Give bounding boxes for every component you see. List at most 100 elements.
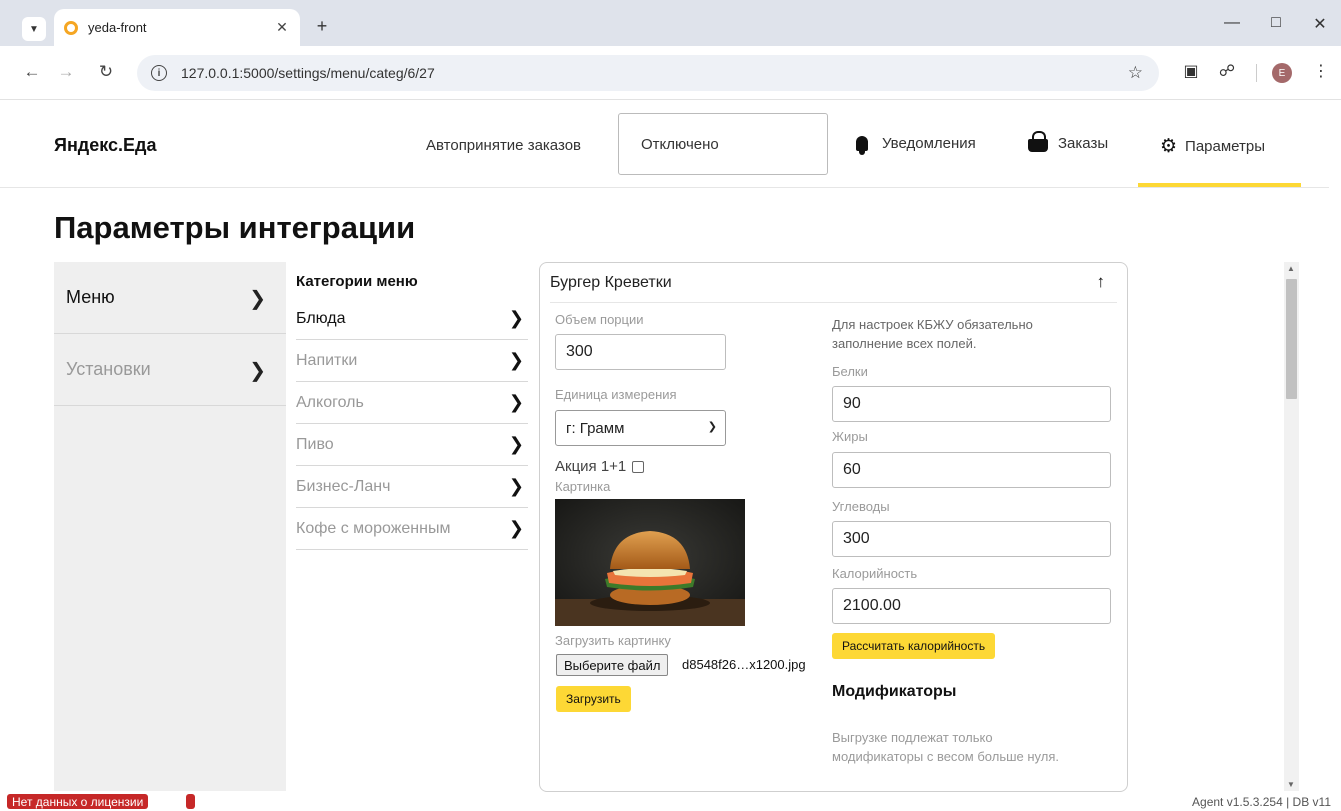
agent-version: Agent v1.5.3.254 | DB v11	[1192, 795, 1331, 809]
fat-label: Жиры	[832, 429, 868, 444]
portion-input[interactable]: 300	[555, 334, 726, 370]
nav-orders[interactable]: Заказы	[1028, 131, 1109, 152]
scrollbar-thumb[interactable]	[1286, 279, 1297, 399]
categories-header: Категории меню	[296, 273, 418, 290]
sidebar-item-installations[interactable]: Установки ❯	[54, 334, 286, 406]
upload-button[interactable]: Загрузить	[556, 686, 631, 712]
reload-icon[interactable]: ↻	[96, 62, 116, 82]
calories-label: Калорийность	[832, 566, 918, 581]
sidebar-item-label: Установки	[66, 359, 151, 379]
autoaccept-select[interactable]: Отключено	[618, 113, 828, 175]
calories-input[interactable]: 2100.00	[832, 588, 1111, 624]
toolbar-divider	[1256, 64, 1257, 82]
category-label: Напитки	[296, 351, 358, 369]
category-item[interactable]: Пиво ❯	[296, 424, 528, 466]
license-indicator	[186, 794, 195, 809]
item-name: Бургер Креветки	[550, 273, 672, 291]
protein-label: Белки	[832, 364, 868, 379]
promo-label: Акция 1+1	[555, 458, 627, 475]
window-close-icon[interactable]: ✕	[1310, 14, 1330, 34]
calculate-calories-button[interactable]: Рассчитать калорийность	[832, 633, 996, 659]
chevron-right-icon: ❯	[508, 392, 524, 412]
nav-notifications[interactable]: Уведомления	[856, 135, 976, 155]
selected-file-name: d8548f26…x1200.jpg	[682, 657, 806, 672]
category-item[interactable]: Напитки ❯	[296, 340, 528, 382]
new-tab-icon[interactable]: +	[312, 16, 332, 37]
nav-orders-label: Заказы	[1058, 135, 1109, 152]
basket-icon	[1028, 131, 1048, 152]
browser-tab[interactable]: yeda-front ✕	[54, 9, 300, 46]
collapse-arrow-icon[interactable]: ↑	[1097, 272, 1106, 292]
content-scrollbar[interactable]: ▲ ▼	[1284, 262, 1299, 791]
extensions-icon[interactable]: ☍	[1216, 61, 1238, 81]
scroll-up-icon[interactable]: ▲	[1287, 264, 1295, 273]
category-label: Бизнес-Ланч	[296, 477, 391, 495]
promo-checkbox[interactable]	[632, 460, 645, 473]
category-label: Алкоголь	[296, 393, 364, 411]
minimize-icon[interactable]: —	[1222, 14, 1242, 32]
nav-settings[interactable]: ⚙ Параметры	[1160, 135, 1265, 158]
scroll-down-icon[interactable]: ▼	[1287, 780, 1295, 789]
chevron-right-icon: ❯	[508, 308, 524, 328]
profile-avatar[interactable]: E	[1272, 63, 1292, 83]
autoaccept-label: Автопринятие заказов	[426, 137, 582, 154]
settings-sidebar: Меню ❯ Установки ❯	[54, 262, 286, 791]
upload-picture-label: Загрузить картинку	[555, 633, 671, 648]
status-bar: Нет данных о лицензии Agent v1.5.3.254 |…	[0, 792, 1341, 811]
site-info-icon[interactable]: i	[151, 65, 167, 81]
back-icon[interactable]: ←	[22, 62, 42, 82]
sidebar-item-label: Меню	[66, 287, 115, 307]
item-card-header[interactable]: Бургер Креветки ↑	[550, 263, 1117, 303]
choose-file-button[interactable]: Выберите файл	[556, 654, 669, 676]
category-item[interactable]: Кофе с мороженным ❯	[296, 508, 528, 550]
nav-notifications-label: Уведомления	[882, 135, 976, 152]
chevron-right-icon: ❯	[508, 518, 524, 538]
kbju-note-line: Для настроек КБЖУ обязательно	[832, 317, 1033, 332]
modifiers-note-line: Выгрузке подлежат только	[832, 730, 993, 745]
category-label: Блюда	[296, 309, 346, 327]
chevron-right-icon: ❯	[249, 360, 266, 382]
carbs-input[interactable]: 300	[832, 521, 1111, 557]
maximize-icon[interactable]: □	[1266, 14, 1286, 32]
kbju-note-line: заполнение всех полей.	[832, 336, 977, 351]
forward-icon[interactable]: →	[56, 62, 76, 82]
url-text[interactable]: 127.0.0.1:5000/settings/menu/categ/6/27	[181, 65, 435, 81]
browser-address-bar: ← → ↻ i 127.0.0.1:5000/settings/menu/cat…	[0, 46, 1341, 100]
tab-title: yeda-front	[88, 20, 147, 35]
bell-icon	[856, 136, 868, 155]
license-status-badge: Нет данных о лицензии	[7, 794, 149, 809]
gear-icon: ⚙	[1160, 136, 1178, 157]
nav-settings-label: Параметры	[1185, 138, 1266, 155]
unit-label: Единица измерения	[555, 387, 677, 402]
menu-categories: Категории меню Блюда ❯ Напитки ❯ Алкогол…	[296, 262, 528, 550]
page-title: Параметры интеграции	[54, 210, 416, 245]
tab-close-icon[interactable]: ✕	[274, 19, 290, 36]
protein-input[interactable]: 90	[832, 386, 1111, 422]
unit-select-value: г: Грамм	[566, 419, 625, 437]
screen-capture-icon[interactable]: ▣	[1180, 61, 1202, 81]
category-item[interactable]: Бизнес-Ланч ❯	[296, 466, 528, 508]
brand-logo[interactable]: Яндекс.Еда	[54, 135, 156, 156]
picture-label: Картинка	[555, 479, 611, 494]
sidebar-item-menu[interactable]: Меню ❯	[54, 262, 286, 334]
promo-toggle[interactable]: Акция 1+1	[555, 458, 645, 475]
chevron-right-icon: ❯	[508, 476, 524, 496]
kbju-note: Для настроек КБЖУ обязательно заполнение…	[832, 315, 1033, 353]
chevron-right-icon: ❯	[508, 434, 524, 454]
category-label: Кофе с мороженным	[296, 519, 451, 537]
tab-search-dropdown-icon[interactable]: ▼	[22, 17, 46, 41]
tab-favicon-icon	[64, 20, 78, 35]
category-item[interactable]: Алкоголь ❯	[296, 382, 528, 424]
bookmark-star-icon[interactable]: ☆	[1128, 63, 1143, 83]
category-item[interactable]: Блюда ❯	[296, 298, 528, 340]
chevron-right-icon: ❯	[508, 350, 524, 370]
fat-input[interactable]: 60	[832, 452, 1111, 488]
unit-select[interactable]: г: Грамм ❯	[555, 410, 726, 446]
portion-label: Объем порции	[555, 312, 644, 327]
url-bar[interactable]: i 127.0.0.1:5000/settings/menu/categ/6/2…	[137, 55, 1159, 91]
active-nav-indicator	[1138, 183, 1301, 187]
browser-menu-icon[interactable]: ⋮	[1310, 61, 1332, 81]
chevron-right-icon: ❯	[249, 288, 266, 310]
app-header: Яндекс.Еда Автопринятие заказов Отключен…	[0, 100, 1329, 188]
category-label: Пиво	[296, 435, 334, 453]
